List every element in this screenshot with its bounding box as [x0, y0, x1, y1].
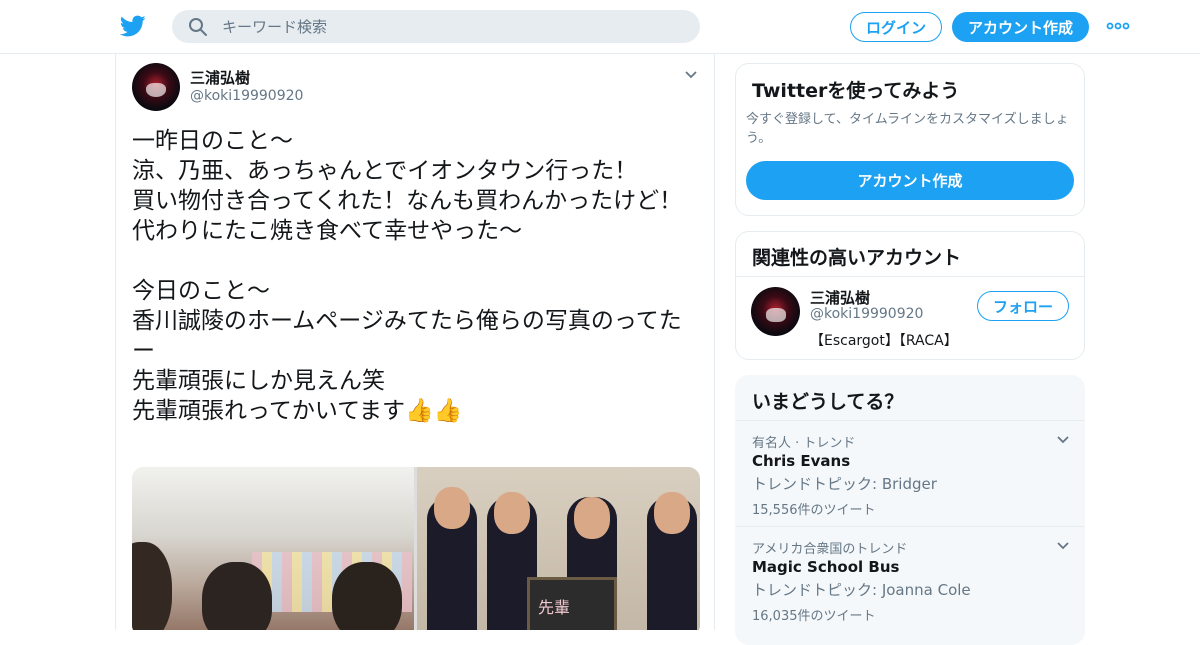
signup-card-title: Twitterを使ってみよう	[752, 80, 960, 102]
tweet-media[interactable]: 先輩	[132, 467, 700, 630]
trend-name[interactable]: Chris Evans	[752, 452, 850, 470]
face	[434, 487, 470, 529]
chalkboard: 先輩	[527, 577, 617, 630]
person	[332, 562, 402, 630]
trends-card: いまどうしてる？ 有名人 · トレンド Chris Evans トレンドトピック…	[735, 375, 1085, 645]
person	[132, 542, 172, 630]
chevron-down-icon[interactable]	[1056, 541, 1070, 551]
person	[202, 562, 272, 630]
trend-count: 15,556件のツイート	[752, 503, 876, 518]
follow-button[interactable]: フォロー	[977, 291, 1069, 321]
search-icon	[189, 18, 207, 36]
signup-card-description: 今すぐ登録して、タイムラインをカスタマイズしましょう。	[746, 112, 1069, 146]
photo-right[interactable]: 先輩	[417, 467, 700, 630]
related-handle[interactable]: @koki19990920	[810, 306, 923, 322]
related-bio: 【Escargot】【RACA】	[810, 333, 958, 349]
related-name[interactable]: 三浦弘樹	[810, 287, 870, 308]
trend-item[interactable]: 有名人 · トレンド Chris Evans トレンドトピック: Bridger…	[736, 420, 1084, 526]
trend-meta: 有名人 · トレンド	[752, 436, 856, 451]
divider	[736, 276, 1084, 277]
photo-left[interactable]	[132, 467, 414, 630]
trend-topic: トレンドトピック: Joanna Cole	[752, 581, 971, 599]
chalkboard-text: 先輩	[538, 598, 571, 617]
twitter-bird-icon[interactable]	[120, 13, 146, 39]
related-accounts-card: 関連性の高いアカウント 三浦弘樹 @koki19990920 【Escargot…	[735, 231, 1085, 360]
face	[654, 492, 690, 534]
author-handle[interactable]: @koki19990920	[190, 88, 303, 104]
signup-card-button[interactable]: アカウント作成	[746, 161, 1074, 200]
search-bar[interactable]	[172, 10, 700, 43]
face	[494, 492, 530, 534]
related-accounts-title: 関連性の高いアカウント	[752, 247, 962, 269]
trends-title: いまどうしてる？	[752, 391, 904, 413]
chevron-down-icon[interactable]	[684, 70, 698, 80]
trend-name[interactable]: Magic School Bus	[752, 558, 899, 576]
login-button[interactable]: ログイン	[850, 12, 942, 42]
face	[574, 497, 610, 539]
signup-button[interactable]: アカウント作成	[952, 12, 1089, 42]
author-avatar[interactable]	[132, 63, 180, 111]
more-options-icon[interactable]	[1106, 18, 1130, 34]
search-input[interactable]	[222, 10, 682, 43]
tweet-text: 一昨日のこと～ 涼、乃亜、あっちゃんとでイオンタウン行った！ 買い物付き合ってく…	[132, 128, 683, 424]
signup-card: Twitterを使ってみよう 今すぐ登録して、タイムラインをカスタマイズしましょ…	[735, 63, 1085, 216]
author-name[interactable]: 三浦弘樹	[190, 67, 250, 88]
top-header: ログイン アカウント作成	[0, 0, 1200, 54]
trend-count: 16,035件のツイート	[752, 609, 876, 624]
related-avatar[interactable]	[751, 287, 800, 336]
trend-topic: トレンドトピック: Bridger	[752, 475, 937, 493]
chevron-down-icon[interactable]	[1056, 435, 1070, 445]
tweet-panel: 三浦弘樹 @koki19990920 一昨日のこと～ 涼、乃亜、あっちゃんとでイ…	[115, 54, 715, 630]
trend-meta: アメリカ合衆国のトレンド	[752, 542, 908, 557]
trend-item[interactable]: アメリカ合衆国のトレンド Magic School Bus トレンドトピック: …	[736, 526, 1084, 632]
